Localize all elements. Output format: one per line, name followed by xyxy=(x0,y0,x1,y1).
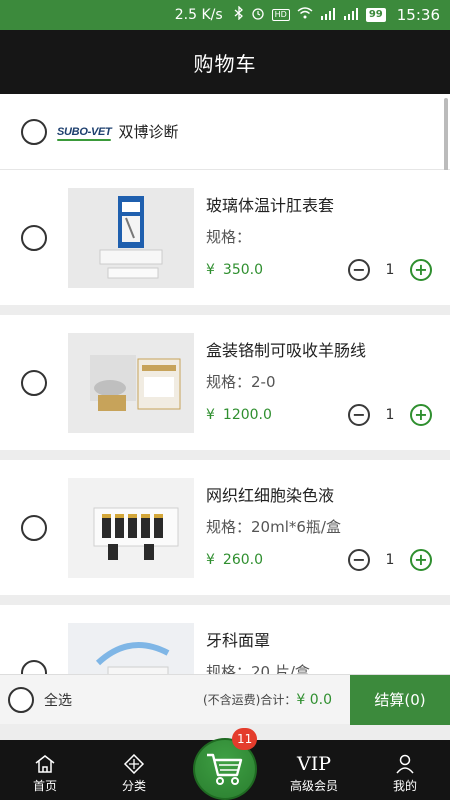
cart-list[interactable]: SUBO-VET 双博诊断 玻璃体温计肛表套 规格： ¥350.0 − 1 + … xyxy=(0,94,450,674)
shop-logo: SUBO-VET xyxy=(57,125,112,141)
clock: 15:36 xyxy=(396,6,440,24)
quantity-stepper: − 1 + xyxy=(348,549,432,571)
user-icon xyxy=(396,754,414,774)
product-name[interactable]: 网织红细胞染色液 xyxy=(206,482,432,506)
decrease-qty-button[interactable]: − xyxy=(348,404,370,426)
tab-vip[interactable]: VIP 高级会员 xyxy=(282,740,346,800)
shop-name: 双博诊断 xyxy=(118,123,179,141)
cart-item[interactable]: 网织红细胞染色液 规格：20ml*6瓶/盒 ¥260.0 − 1 + xyxy=(0,460,450,595)
checkout-button[interactable]: 结算(0) xyxy=(350,674,450,725)
increase-qty-button[interactable]: + xyxy=(410,259,432,281)
product-spec: 规格：2-0 xyxy=(206,373,276,391)
product-image[interactable] xyxy=(68,478,194,578)
item-select-radio[interactable] xyxy=(21,660,47,674)
increase-qty-button[interactable]: + xyxy=(410,404,432,426)
shop-header: SUBO-VET 双博诊断 xyxy=(0,94,450,170)
cart-item[interactable]: 玻璃体温计肛表套 规格： ¥350.0 − 1 + xyxy=(0,170,450,305)
wifi-icon xyxy=(297,7,313,23)
battery-icon: 99 xyxy=(365,8,386,22)
status-bar: 2.5 K/s HD 99 15:36 xyxy=(0,0,450,30)
alarm-icon xyxy=(251,6,265,24)
vip-icon: VIP xyxy=(296,753,331,775)
product-price: ¥1200.0 xyxy=(206,407,272,423)
increase-qty-button[interactable]: + xyxy=(410,549,432,571)
select-all-radio[interactable] xyxy=(8,686,34,713)
page-header: 购物车 xyxy=(0,30,450,94)
decrease-qty-button[interactable]: − xyxy=(348,259,370,281)
quantity-value: 1 xyxy=(385,407,395,423)
tab-category[interactable]: 分类 xyxy=(108,740,160,800)
page-title: 购物车 xyxy=(193,51,257,76)
product-image[interactable] xyxy=(68,333,194,433)
quantity-stepper: − 1 + xyxy=(348,259,432,281)
product-name[interactable]: 盒装铬制可吸收羊肠线 xyxy=(206,337,432,361)
product-spec: 规格：20 片/盒 xyxy=(206,663,310,674)
shopping-cart-icon xyxy=(207,753,243,785)
cart-count-badge: 11 xyxy=(232,728,258,750)
category-icon xyxy=(123,754,145,774)
total-summary: (不含运费)合计：¥ 0.0 xyxy=(203,691,332,708)
select-all-label[interactable]: 全选 xyxy=(44,690,72,710)
decrease-qty-button[interactable]: − xyxy=(348,549,370,571)
product-name[interactable]: 玻璃体温计肛表套 xyxy=(206,192,432,216)
total-amount: ¥ 0.0 xyxy=(296,692,332,708)
total-label: (不含运费)合计： xyxy=(203,693,297,707)
signal-4g-icon xyxy=(320,7,336,23)
shop-select-radio[interactable] xyxy=(21,118,47,145)
tab-vip-label: 高级会员 xyxy=(289,779,338,793)
cart-item[interactable]: 盒装铬制可吸收羊肠线 规格：2-0 ¥1200.0 − 1 + xyxy=(0,315,450,450)
quantity-stepper: − 1 + xyxy=(348,404,432,426)
product-price: ¥260.0 xyxy=(206,552,264,568)
tab-home[interactable]: 首页 xyxy=(19,740,71,800)
item-select-radio[interactable] xyxy=(21,370,47,396)
product-spec: 规格：20ml*6瓶/盒 xyxy=(206,518,341,536)
quantity-value: 1 xyxy=(385,262,395,278)
checkout-bar: 全选 (不含运费)合计：¥ 0.0 结算(0) xyxy=(0,674,450,725)
network-speed: 2.5 K/s xyxy=(174,7,223,23)
quantity-value: 1 xyxy=(385,552,395,568)
tab-mine-label: 我的 xyxy=(392,779,417,793)
tab-mine[interactable]: 我的 xyxy=(379,740,431,800)
product-price: ¥350.0 xyxy=(206,262,264,278)
tab-category-label: 分类 xyxy=(121,779,146,793)
home-icon xyxy=(35,755,55,773)
product-spec: 规格： xyxy=(206,228,252,246)
signal-3g-icon xyxy=(343,7,359,23)
product-image[interactable] xyxy=(68,623,194,674)
hd-icon: HD xyxy=(271,9,290,21)
bluetooth-icon xyxy=(234,5,244,24)
item-select-radio[interactable] xyxy=(21,225,47,251)
item-select-radio[interactable] xyxy=(21,515,47,541)
cart-item[interactable]: 牙科面罩 规格：20 片/盒 xyxy=(0,605,450,674)
tab-home-label: 首页 xyxy=(32,779,57,793)
product-name[interactable]: 牙科面罩 xyxy=(206,627,432,651)
product-image[interactable] xyxy=(68,188,194,288)
